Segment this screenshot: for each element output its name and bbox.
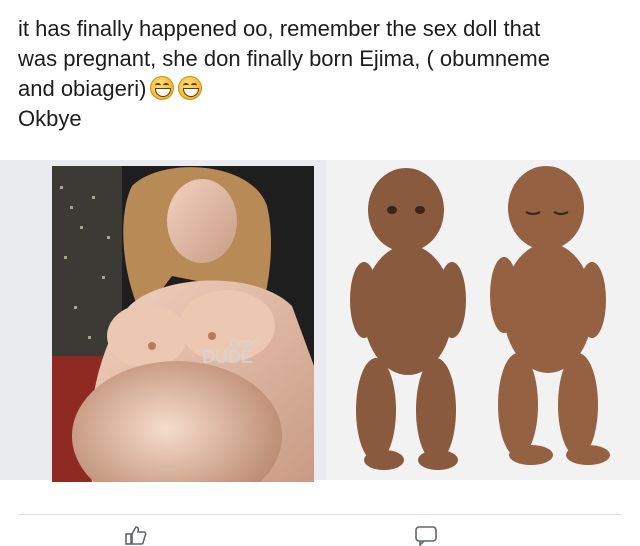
- post-photo-left[interactable]: Dope DUDE: [52, 166, 314, 482]
- grinning-squinting-face-icon: [178, 76, 203, 100]
- comment-icon[interactable]: [414, 526, 438, 546]
- post-text-line: was pregnant, she don finally born Ejima…: [18, 46, 550, 71]
- baby-dolls-illustration: [326, 160, 640, 480]
- grinning-squinting-face-icon: [150, 76, 175, 100]
- photo-grid: Dope DUDE: [0, 160, 640, 482]
- post-text-line: Okbye: [18, 106, 82, 131]
- like-icon[interactable]: [124, 526, 148, 546]
- post-photo-right[interactable]: [326, 160, 640, 480]
- doll-photo-illustration: Dope DUDE: [52, 166, 314, 482]
- post-text-line: it has finally happened oo, remember the…: [18, 16, 541, 41]
- post-text-line: and obiageri): [18, 74, 628, 104]
- post-text: it has finally happened oo, remember the…: [18, 14, 628, 134]
- post-text-segment: and obiageri): [18, 76, 147, 101]
- post-divider: [18, 514, 622, 515]
- watermark-bottom: DUDE: [202, 347, 253, 367]
